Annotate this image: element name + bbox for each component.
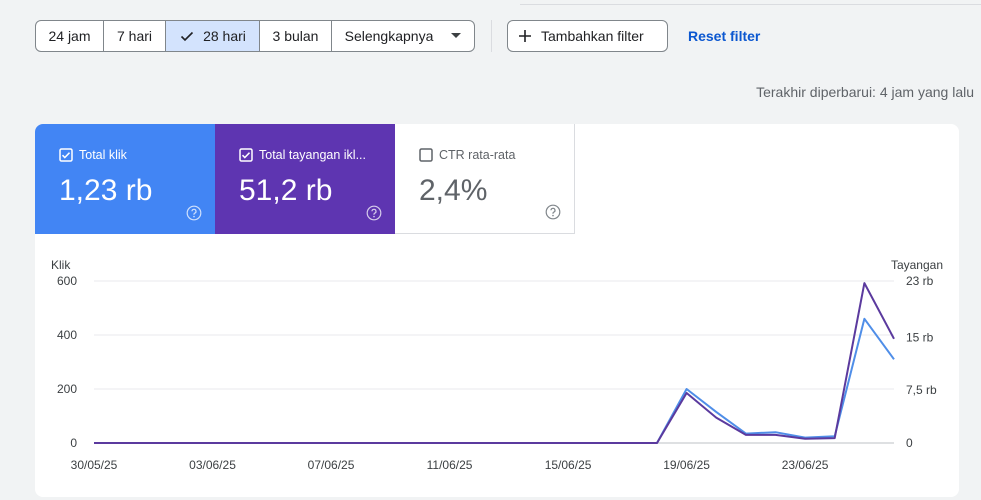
date-range-7d-label: 7 hari	[116, 28, 153, 44]
date-range-24h-label: 24 jam	[48, 28, 91, 44]
top-divider	[520, 4, 981, 5]
series-line-clicks	[94, 317, 895, 444]
plus-icon	[518, 29, 532, 43]
x-tick-label: 23/06/25	[782, 458, 829, 472]
y-left-tick-label: 200	[57, 382, 77, 396]
date-range-28d-label: 28 hari	[203, 28, 246, 44]
caret-down-icon	[451, 33, 462, 39]
toolbar-divider	[491, 20, 492, 52]
date-range-more-label: Selengkapnya	[344, 28, 434, 44]
x-tick-label: 03/06/25	[189, 458, 236, 472]
add-filter-button[interactable]: Tambahkan filter	[507, 20, 668, 52]
add-filter-label: Tambahkan filter	[541, 28, 644, 44]
date-range-24h[interactable]: 24 jam	[36, 21, 104, 51]
y-left-tick-label: 600	[57, 274, 77, 288]
reset-filter-link[interactable]: Reset filter	[688, 28, 760, 44]
x-tick-label: 19/06/25	[663, 458, 710, 472]
date-range-3m[interactable]: 3 bulan	[260, 21, 332, 51]
date-range-selector: 24 jam 7 hari 28 hari 3 bulan Selengkapn…	[35, 20, 475, 52]
y-left-axis-title: Klik	[51, 258, 71, 272]
check-icon	[179, 28, 195, 44]
performance-card: Total klik 1,23 rb Total tayangan ikl...…	[35, 124, 959, 497]
x-tick-label: 07/06/25	[308, 458, 355, 472]
y-right-tick-label: 7,5 rb	[906, 383, 937, 397]
y-left-tick-label: 0	[70, 436, 77, 450]
date-range-7d[interactable]: 7 hari	[104, 21, 166, 51]
x-tick-label: 30/05/25	[71, 458, 118, 472]
x-tick-label: 11/06/25	[427, 458, 473, 472]
y-right-tick-label: 23 rb	[906, 274, 934, 288]
y-right-tick-label: 0	[906, 436, 913, 450]
y-left-tick-label: 400	[57, 328, 77, 342]
last-updated-text: Terakhir diperbarui: 4 jam yang lalu	[756, 84, 974, 100]
performance-chart: 600 400 200 0 23 rb 15 rb 7,5 rb 0 Klik Tayangan 3…	[51, 258, 943, 472]
series-line-impressions	[94, 282, 895, 444]
y-right-axis-title: Tayangan	[891, 258, 943, 272]
y-right-tick-label: 15 rb	[906, 330, 934, 344]
date-range-3m-label: 3 bulan	[272, 28, 319, 44]
x-tick-label: 15/06/25	[545, 458, 592, 472]
date-range-more-dropdown[interactable]: Selengkapnya	[332, 21, 474, 51]
date-range-28d[interactable]: 28 hari	[166, 21, 260, 51]
